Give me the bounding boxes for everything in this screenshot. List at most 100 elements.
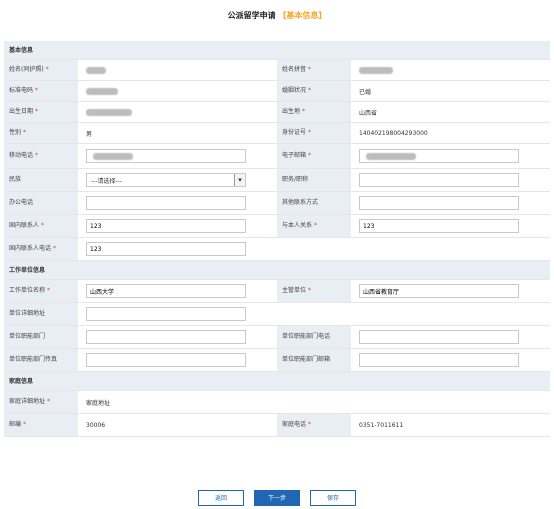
row-home-address: 家庭详细地址 * 家庭地址 <box>4 391 550 414</box>
redacted-value <box>86 87 118 95</box>
row-birth: 出生日期 * 出生地 * 山西省 <box>4 102 550 123</box>
label-text: 标准电码 <box>9 87 34 94</box>
required-mark: * <box>308 421 312 428</box>
redacted-value <box>86 108 132 116</box>
section-work: 工作单位信息 <box>4 261 550 280</box>
other-contact-input[interactable] <box>359 196 519 210</box>
domestic-phone-input[interactable] <box>86 242 246 256</box>
label-ethnic: 民族 <box>4 169 78 191</box>
value-email <box>351 144 550 168</box>
redacted-value <box>93 152 133 160</box>
value-marital: 已婚 <box>359 88 372 96</box>
label-name: 姓名(同护照) * <box>4 60 78 80</box>
label-text: 身份证号 <box>282 129 307 136</box>
required-mark: * <box>47 287 51 294</box>
row-office: 办公电话 其他联系方式 <box>4 192 550 215</box>
button-bar: 返回 下一步 保存 <box>0 490 554 506</box>
label-gender: 性别 * <box>4 123 78 143</box>
value-mobile <box>78 144 277 168</box>
unit-address-input[interactable] <box>86 307 246 321</box>
label-home-address: 家庭详细地址 * <box>4 391 78 413</box>
save-button[interactable]: 保存 <box>310 490 356 506</box>
required-mark: * <box>314 222 318 229</box>
label-birth: 出生日期 * <box>4 102 78 122</box>
value-idcode <box>78 81 277 101</box>
label-text: 与本人关系 <box>282 222 313 229</box>
section-basic: 基本信息 <box>4 41 550 60</box>
dept-fax-input[interactable] <box>86 353 246 367</box>
page-title-text: 公派留学申请 <box>227 11 276 20</box>
required-mark: * <box>23 129 27 136</box>
back-button[interactable]: 返回 <box>198 490 244 506</box>
row-domestic-phone: 国内联系人电话 * <box>4 238 550 261</box>
value-zip: 30006 <box>86 421 106 429</box>
label-home-phone: 家庭电话 * <box>277 414 351 436</box>
value-birth <box>78 102 277 122</box>
ethnic-select[interactable]: ---请选择--- ▾ <box>86 173 246 187</box>
email-field[interactable] <box>359 149 519 163</box>
required-mark: * <box>308 129 312 136</box>
value-birthplace: 山西省 <box>359 109 378 117</box>
value-domestic-contact <box>78 215 277 237</box>
required-mark: * <box>47 398 51 405</box>
page-title: 公派留学申请 【基本信息】 <box>0 10 554 21</box>
label-dept-phone: 单位职能部门电话 <box>277 326 351 348</box>
dept-phone-input[interactable] <box>359 330 519 344</box>
label-marital: 婚姻状况 * <box>277 81 351 101</box>
value-name-pinyin <box>351 60 550 80</box>
title-input[interactable] <box>359 173 519 187</box>
value-domestic-phone <box>78 238 277 260</box>
next-button[interactable]: 下一步 <box>254 490 300 506</box>
value-home-phone: 0351-7011611 <box>359 421 404 429</box>
dept-email-input[interactable] <box>359 353 519 367</box>
chevron-down-icon: ▾ <box>234 174 245 186</box>
label-domestic-phone: 国内联系人电话 * <box>4 238 78 260</box>
required-mark: * <box>35 152 39 159</box>
office-phone-input[interactable] <box>86 196 246 210</box>
required-mark: * <box>45 66 49 73</box>
label-text: 姓名拼音 <box>282 66 307 73</box>
label-idcode: 标准电码 * <box>4 81 78 101</box>
label-text: 移动电话 <box>9 152 34 159</box>
label-birthplace: 出生地 * <box>277 102 351 122</box>
label-text: 家庭详细地址 <box>9 398 46 405</box>
label-mobile: 移动电话 * <box>4 144 78 168</box>
value-idno: 140402198004293000 <box>359 129 428 137</box>
label-text: 家庭电话 <box>282 421 307 428</box>
label-domestic-contact: 国内联系人 * <box>4 215 78 237</box>
required-mark: * <box>35 87 39 94</box>
value-dept <box>78 326 277 348</box>
select-value: ---请选择--- <box>91 177 122 185</box>
row-unit: 工作单位名称* 主管单位* <box>4 280 550 303</box>
label-text: 性别 <box>9 129 22 136</box>
domestic-contact-input[interactable] <box>86 219 246 233</box>
value-name <box>78 60 277 80</box>
value-office-phone <box>78 192 277 214</box>
row-ethnic: 民族 ---请选择--- ▾ 职务/职称 <box>4 169 550 192</box>
dept-input[interactable] <box>86 330 246 344</box>
authority-input[interactable] <box>359 284 519 298</box>
label-zip: 邮编 * <box>4 414 78 436</box>
row-unit-address: 单位详细地址 <box>4 303 550 326</box>
mobile-field[interactable] <box>86 149 246 163</box>
relation-input[interactable] <box>359 219 519 233</box>
required-mark: * <box>308 66 312 73</box>
redacted-value <box>359 66 393 74</box>
page-title-sub: 【基本信息】 <box>278 11 327 20</box>
label-text: 婚姻状况 <box>282 87 307 94</box>
label-text: 出生日期 <box>9 108 34 115</box>
section-home: 家庭信息 <box>4 372 550 391</box>
label-text: 国内联系人 <box>9 222 40 229</box>
value-unit-name <box>78 280 277 302</box>
redacted-value <box>366 152 416 160</box>
required-mark: * <box>35 108 39 115</box>
row-gender: 性别 * 男 身份证号 * 140402198004293000 <box>4 123 550 144</box>
required-mark: * <box>308 152 312 159</box>
value-authority <box>351 280 550 302</box>
required-mark: * <box>41 222 45 229</box>
unit-name-input[interactable] <box>86 284 246 298</box>
required-mark: * <box>23 421 27 428</box>
value-ethnic: ---请选择--- ▾ <box>78 169 277 191</box>
label-authority: 主管单位 * <box>277 280 351 302</box>
required-mark: * <box>308 87 312 94</box>
